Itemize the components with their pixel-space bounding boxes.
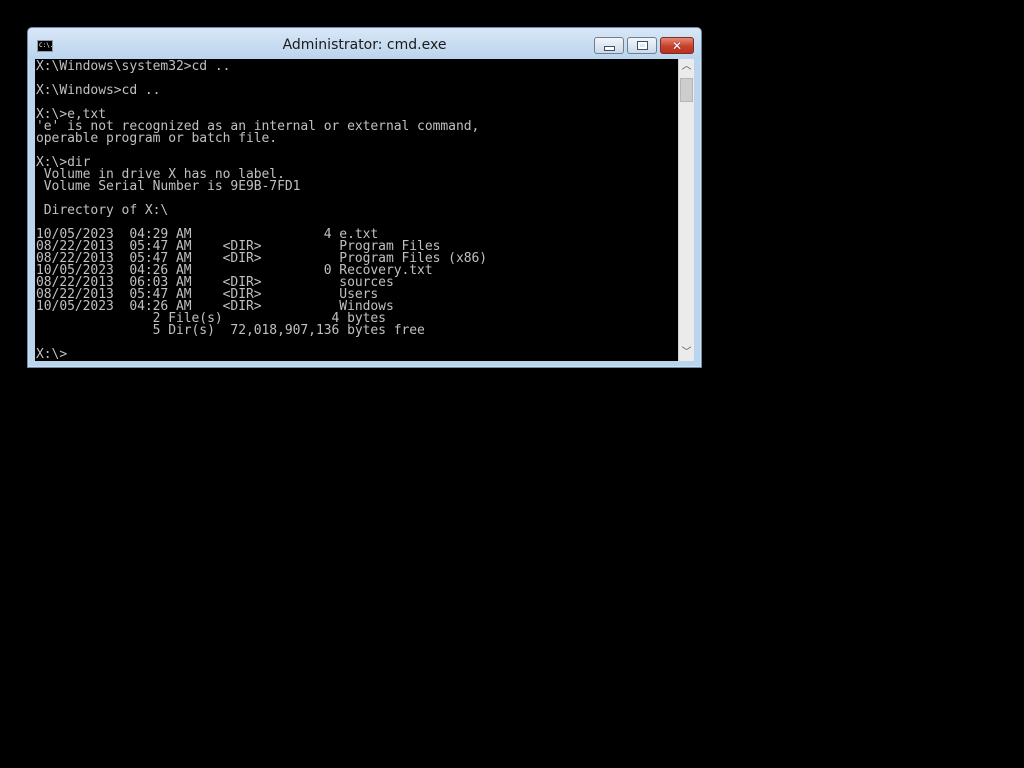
- minimize-button[interactable]: [594, 37, 624, 54]
- console-text: X:\Windows\system32>cd .. X:\Windows>cd …: [35, 59, 678, 361]
- console-output-area[interactable]: X:\Windows\system32>cd .. X:\Windows>cd …: [35, 59, 678, 361]
- scroll-down-arrow-icon[interactable]: ﹀: [679, 345, 694, 361]
- console-line: Volume Serial Number is 9E9B-7FD1: [36, 179, 301, 194]
- console-line: Directory of X:\: [36, 203, 169, 218]
- desktop: C:\. Administrator: cmd.exe ✕ X:\Windows…: [0, 0, 1024, 768]
- minimize-icon: [603, 46, 615, 51]
- close-button[interactable]: ✕: [660, 37, 694, 54]
- console-line: X:\Windows\system32>cd ..: [36, 59, 231, 74]
- maximize-icon: [636, 41, 648, 50]
- scroll-up-arrow-icon[interactable]: ︿: [679, 59, 694, 75]
- title-bar[interactable]: C:\. Administrator: cmd.exe ✕: [28, 28, 701, 58]
- console-line: 5 Dir(s) 72,018,907,136 bytes free: [36, 323, 425, 338]
- maximize-button[interactable]: [627, 37, 657, 54]
- close-icon: ✕: [671, 38, 683, 53]
- console-line: operable program or batch file.: [36, 131, 278, 146]
- vertical-scrollbar[interactable]: ︿ ﹀: [678, 59, 694, 361]
- cmd-window[interactable]: C:\. Administrator: cmd.exe ✕ X:\Windows…: [27, 27, 702, 368]
- scrollbar-thumb[interactable]: [680, 78, 693, 102]
- console-line: X:\Windows>cd ..: [36, 83, 161, 98]
- console-line: X:\>: [36, 347, 68, 361]
